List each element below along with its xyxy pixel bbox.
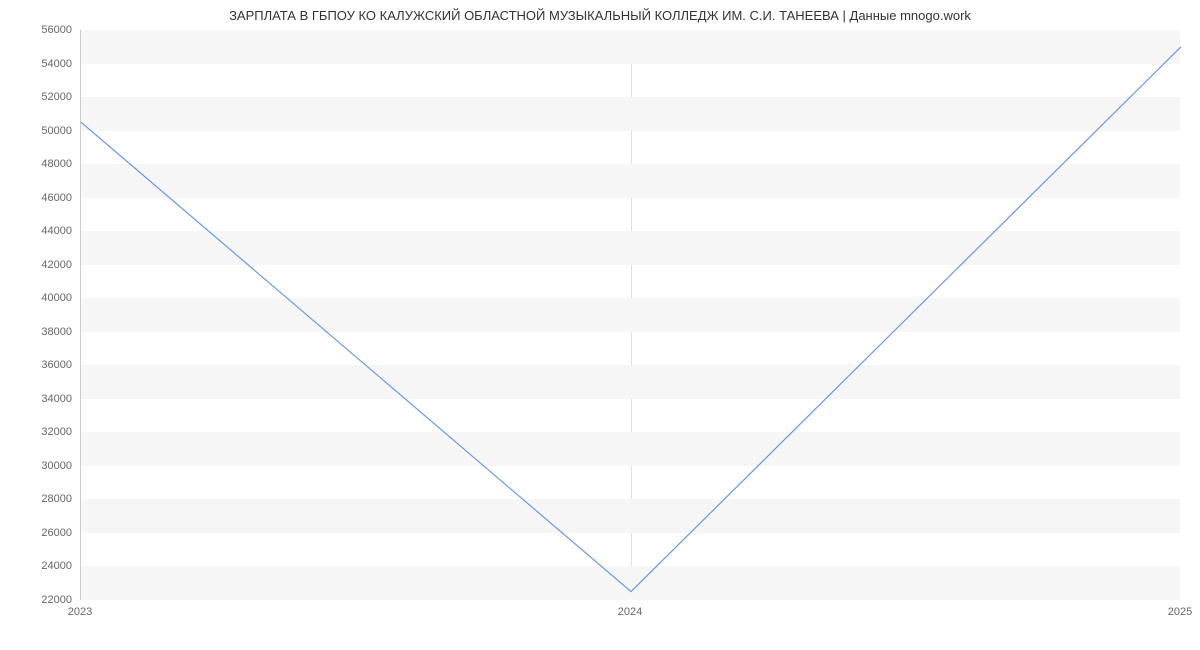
y-tick-label: 40000 [41, 292, 72, 304]
y-tick-label: 56000 [41, 24, 72, 36]
y-tick-label: 48000 [41, 158, 72, 170]
y-tick-label: 54000 [41, 58, 72, 70]
x-tick-label: 2023 [68, 606, 92, 618]
y-tick-label: 34000 [41, 393, 72, 405]
y-tick-label: 38000 [41, 326, 72, 338]
y-tick-label: 44000 [41, 225, 72, 237]
x-tick-label: 2025 [1168, 606, 1192, 618]
chart-title: ЗАРПЛАТА В ГБПОУ КО КАЛУЖСКИЙ ОБЛАСТНОЙ … [0, 0, 1200, 27]
x-axis: 202320242025 [80, 600, 1180, 630]
chart-area: 22000 24000 26000 28000 30000 32000 34000 36000… [0, 30, 1200, 630]
y-axis: 2200024000260002800030000320003400036000… [0, 30, 80, 600]
y-tick-label: 32000 [41, 426, 72, 438]
y-tick-label: 28000 [41, 493, 72, 505]
y-tick-label: 50000 [41, 125, 72, 137]
series-path [81, 47, 1181, 592]
y-tick-label: 24000 [41, 560, 72, 572]
x-tick-label: 2024 [618, 606, 642, 618]
y-tick-label: 26000 [41, 527, 72, 539]
y-tick-label: 52000 [41, 91, 72, 103]
plot-area [80, 30, 1180, 600]
y-tick-label: 30000 [41, 460, 72, 472]
y-tick-label: 46000 [41, 192, 72, 204]
y-tick-label: 22000 [41, 594, 72, 606]
y-tick-label: 42000 [41, 259, 72, 271]
y-tick-label: 36000 [41, 359, 72, 371]
line-series [81, 30, 1181, 600]
